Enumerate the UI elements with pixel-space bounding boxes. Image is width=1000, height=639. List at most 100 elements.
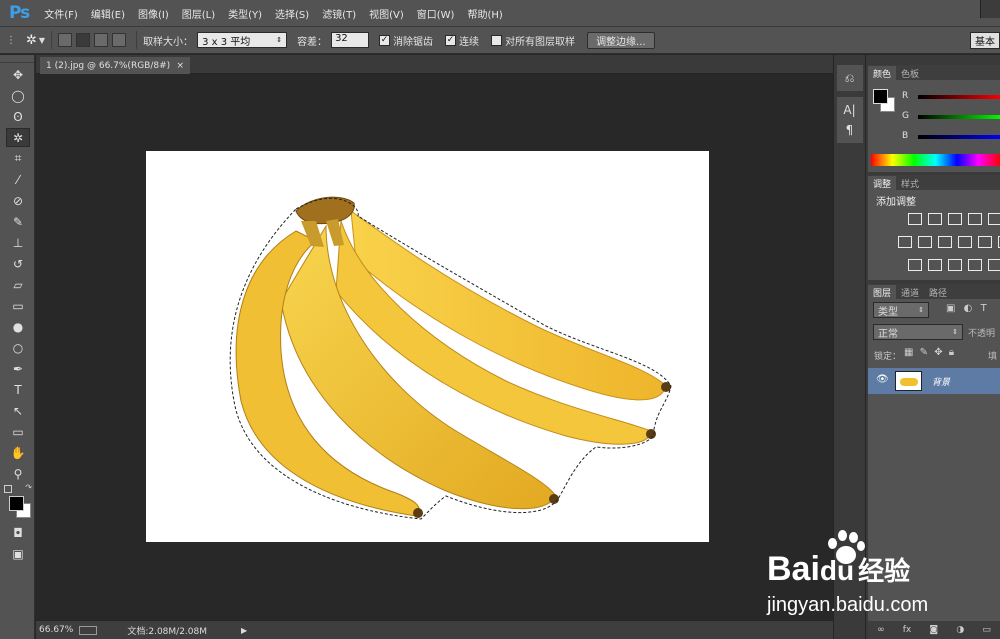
subtract-from-selection-button[interactable]: [94, 33, 109, 47]
color-spectrum-bar[interactable]: [871, 154, 1000, 166]
status-preview-icon[interactable]: [79, 625, 98, 635]
blur-tool-icon[interactable]: ●: [6, 317, 30, 336]
add-mask-icon[interactable]: ◙: [929, 625, 938, 635]
color-balance-icon[interactable]: [918, 236, 932, 248]
default-colors-icon[interactable]: [4, 485, 12, 493]
refine-edge-button[interactable]: 调整边缘...: [587, 31, 655, 49]
tab-adjustments[interactable]: 调整: [868, 176, 897, 190]
menu-filter[interactable]: 滤镜(T): [322, 6, 356, 21]
levels-icon[interactable]: [928, 213, 942, 225]
path-selection-tool-icon[interactable]: ↖: [6, 401, 30, 420]
tab-paths[interactable]: 路径: [924, 285, 952, 299]
menu-select[interactable]: 选择(S): [275, 6, 309, 21]
exposure-icon[interactable]: [968, 213, 982, 225]
channel-r-slider[interactable]: [918, 95, 1000, 99]
eyedropper-tool-icon[interactable]: ⁄: [6, 170, 30, 189]
hue-saturation-icon[interactable]: [898, 236, 912, 248]
healing-brush-tool-icon[interactable]: ⊘: [6, 191, 30, 210]
magic-wand-tool-preset-icon[interactable]: ✲: [26, 33, 37, 48]
quick-mask-icon[interactable]: ◘: [6, 523, 30, 542]
vibrance-icon[interactable]: [988, 213, 1000, 225]
type-tool-icon[interactable]: T: [6, 380, 30, 399]
menu-type[interactable]: 类型(Y): [228, 6, 262, 21]
hand-tool-icon[interactable]: ✋: [6, 443, 30, 462]
rectangle-tool-icon[interactable]: ▭: [6, 422, 30, 441]
menu-help[interactable]: 帮助(H): [467, 6, 502, 21]
magic-wand-tool-icon[interactable]: ✲: [6, 128, 30, 147]
gradient-map-icon[interactable]: [968, 259, 982, 271]
lock-all-icon[interactable]: 🔒︎: [949, 347, 954, 358]
tab-channels[interactable]: 通道: [896, 285, 924, 299]
new-adjustment-layer-icon[interactable]: ◑: [956, 625, 964, 635]
menu-edit[interactable]: 编辑(E): [91, 6, 125, 21]
zoom-level[interactable]: 66.67%: [39, 625, 73, 635]
dodge-tool-icon[interactable]: ○: [6, 338, 30, 357]
new-selection-button[interactable]: [58, 33, 73, 47]
invert-icon[interactable]: [908, 259, 922, 271]
sample-size-select[interactable]: 3 x 3 平均 ⇕: [197, 32, 288, 48]
tolerance-input[interactable]: 32: [331, 32, 370, 48]
quick-selection-tool-icon[interactable]: ʘ: [6, 107, 30, 126]
eraser-tool-icon[interactable]: ▱: [6, 275, 30, 294]
fx-icon[interactable]: fx: [903, 625, 912, 635]
brightness-icon[interactable]: [908, 213, 922, 225]
zoom-tool-icon[interactable]: ⚲: [6, 464, 30, 483]
paragraph-icon[interactable]: ¶: [837, 120, 863, 140]
lock-transparent-icon[interactable]: ▦: [904, 347, 913, 358]
antialias-checkbox[interactable]: ✓: [379, 34, 391, 46]
blend-mode-select[interactable]: 正常 ⇕: [873, 324, 963, 340]
color-fg-swatch[interactable]: [873, 89, 888, 104]
menu-layer[interactable]: 图层(L): [182, 6, 215, 21]
foreground-color-swatch[interactable]: [9, 496, 24, 511]
curves-icon[interactable]: [948, 213, 962, 225]
channel-g-slider[interactable]: [918, 115, 1000, 119]
add-to-selection-button[interactable]: [76, 33, 91, 47]
selective-color-icon[interactable]: [988, 259, 1000, 271]
link-layers-icon[interactable]: ∞: [877, 625, 885, 635]
menu-view[interactable]: 视图(V): [369, 6, 404, 21]
menu-image[interactable]: 图像(I): [138, 6, 169, 21]
tab-swatches[interactable]: 色板: [896, 66, 924, 80]
move-tool-icon[interactable]: ✥: [6, 65, 30, 84]
screen-mode-icon[interactable]: ▣: [6, 544, 30, 563]
new-group-icon[interactable]: ▭: [982, 625, 991, 635]
layer-filter-select[interactable]: 类型 ⇕: [873, 302, 929, 318]
gradient-tool-icon[interactable]: ▭: [6, 296, 30, 315]
all-layers-checkbox[interactable]: [491, 34, 503, 46]
lock-pixels-icon[interactable]: ✎: [920, 347, 928, 358]
threshold-icon[interactable]: [948, 259, 962, 271]
tab-layers[interactable]: 图层: [868, 285, 897, 299]
brush-tool-icon[interactable]: ✎: [6, 212, 30, 231]
tab-color[interactable]: 颜色: [868, 66, 897, 80]
contiguous-checkbox[interactable]: ✓: [445, 34, 457, 46]
history-icon[interactable]: ⎌: [837, 68, 863, 88]
character-icon[interactable]: A|: [837, 100, 863, 120]
menu-file[interactable]: 文件(F): [44, 6, 78, 21]
tab-styles[interactable]: 样式: [896, 176, 924, 190]
close-icon[interactable]: ×: [176, 61, 184, 71]
window-control-button[interactable]: [980, 0, 1000, 18]
channel-mixer-icon[interactable]: [978, 236, 992, 248]
eye-icon[interactable]: 👁︎: [876, 374, 889, 385]
history-brush-tool-icon[interactable]: ↺: [6, 254, 30, 273]
pixel-filter-icon[interactable]: ▣: [946, 303, 955, 314]
layer-row-background[interactable]: 👁︎ 背景: [868, 368, 1000, 394]
channel-b-slider[interactable]: [918, 135, 1000, 139]
document-tab[interactable]: 1 (2).jpg @ 66.7%(RGB/8#) ×: [40, 57, 190, 74]
posterize-icon[interactable]: [928, 259, 942, 271]
status-menu-arrow-icon[interactable]: ▶: [241, 626, 247, 635]
type-filter-icon[interactable]: T: [981, 303, 987, 314]
toolbar-header[interactable]: [0, 55, 34, 63]
document-canvas[interactable]: [146, 151, 709, 542]
clone-stamp-tool-icon[interactable]: ⊥: [6, 233, 30, 252]
adjustment-filter-icon[interactable]: ◐: [964, 303, 973, 314]
pen-tool-icon[interactable]: ✒: [6, 359, 30, 378]
swap-colors-icon[interactable]: ↷: [25, 483, 32, 492]
lock-position-icon[interactable]: ✥: [934, 347, 942, 358]
workspace-select[interactable]: 基本: [970, 32, 1000, 49]
photo-filter-icon[interactable]: [958, 236, 972, 248]
intersect-selection-button[interactable]: [112, 33, 127, 47]
crop-tool-icon[interactable]: ⌗: [6, 149, 30, 168]
menu-window[interactable]: 窗口(W): [417, 6, 455, 21]
lasso-tool-icon[interactable]: ◯: [6, 86, 30, 105]
